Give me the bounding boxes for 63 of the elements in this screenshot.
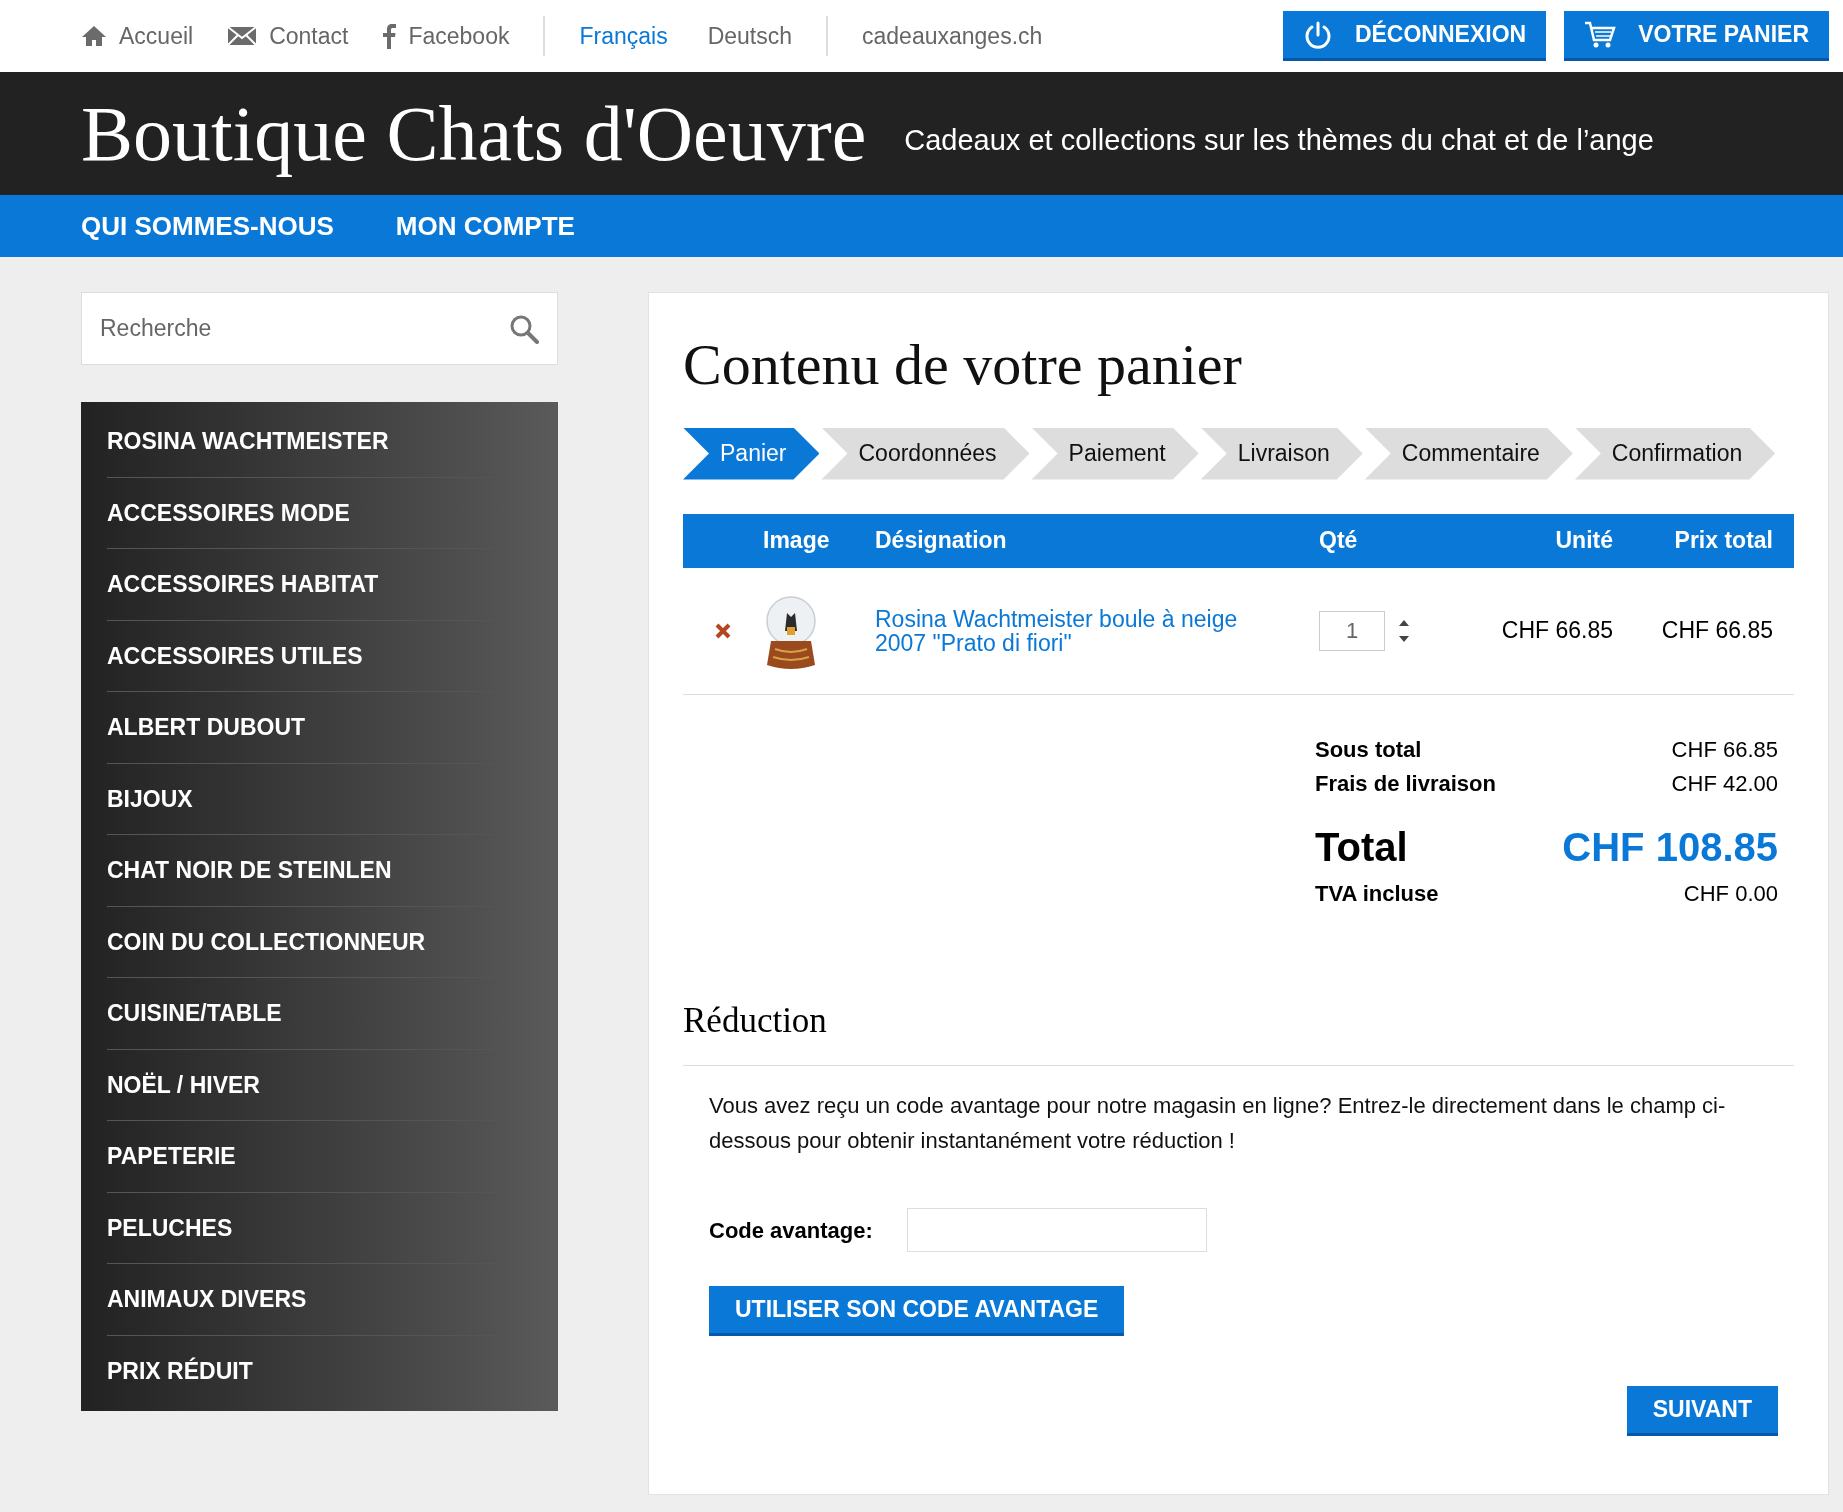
- total-label: Total: [1315, 823, 1408, 871]
- apply-code-button[interactable]: UTILISER SON CODE AVANTAGE: [709, 1286, 1125, 1336]
- language-link[interactable]: Deutsch: [707, 18, 792, 54]
- category-link[interactable]: NOËL / HIVER: [107, 1067, 260, 1102]
- section-title: Réduction: [683, 994, 1794, 1066]
- site-link[interactable]: cadeauxanges.ch: [862, 18, 1043, 54]
- checkout-step[interactable]: Coordonnées: [821, 427, 1030, 480]
- category-link[interactable]: ANIMAUX DIVERS: [107, 1282, 307, 1317]
- category-link[interactable]: PRIX RÉDUIT: [107, 1354, 253, 1389]
- category-link[interactable]: PELUCHES: [107, 1210, 233, 1245]
- category-link[interactable]: ACCESSOIRES UTILES: [107, 638, 363, 673]
- envelope-icon: [227, 26, 258, 46]
- summary-value: CHF 42.00: [1671, 769, 1778, 798]
- top-link[interactable]: Facebook: [382, 18, 510, 54]
- column-header: Image: [763, 526, 831, 556]
- code-field[interactable]: [906, 1208, 1207, 1252]
- column-header: Prix total: [1673, 526, 1774, 556]
- field-label: Code avantage:: [709, 1216, 873, 1245]
- reduction-text: Vous avez reçu un code avantage pour notre magasin en ligne? Entrez-le directement dans le champ ci-dessous pour obtenir instantanément votre réduction !: [709, 1092, 1727, 1155]
- category-link[interactable]: CHAT NOIR DE STEINLEN: [107, 853, 392, 888]
- house-icon: [81, 25, 107, 47]
- cart-icon: [1584, 20, 1617, 49]
- checkout-step[interactable]: Panier: [683, 427, 820, 480]
- summary-label: Frais de livraison: [1315, 769, 1496, 798]
- product-link[interactable]: Rosina Wachtmeister boule à neige 2007 "Prato di fiori": [875, 606, 1275, 655]
- language-link[interactable]: Français: [579, 18, 668, 54]
- column-header: Désignation: [875, 526, 1008, 556]
- page-title: Contenu de votre panier: [683, 331, 1243, 399]
- header-button[interactable]: VOTRE PANIER: [1564, 11, 1829, 61]
- column-header: Qté: [1319, 526, 1359, 556]
- checkout-step[interactable]: Paiement: [1031, 427, 1199, 480]
- category-link[interactable]: ROSINA WACHTMEISTER: [107, 424, 389, 459]
- top-link[interactable]: Contact: [227, 18, 349, 54]
- checkout-step[interactable]: Commentaire: [1364, 427, 1573, 480]
- category-link[interactable]: ACCESSOIRES HABITAT: [107, 567, 379, 602]
- quantity-field[interactable]: 1: [1319, 610, 1385, 651]
- search-input[interactable]: Recherche: [100, 311, 509, 346]
- category-link[interactable]: CUISINE/TABLE: [107, 996, 282, 1031]
- header-button[interactable]: DÉCONNEXION: [1282, 11, 1547, 61]
- next-button[interactable]: SUIVANT: [1626, 1386, 1778, 1436]
- checkout-step[interactable]: Confirmation: [1574, 427, 1776, 480]
- vat-label: TVA incluse: [1315, 879, 1439, 908]
- category-link[interactable]: COIN DU COLLECTIONNEUR: [107, 924, 426, 959]
- remove-icon[interactable]: [715, 622, 731, 639]
- unit-price: CHF 66.85: [1500, 616, 1613, 646]
- summary-value: CHF 66.85: [1671, 735, 1778, 764]
- category-link[interactable]: BIJOUX: [107, 781, 193, 816]
- category-link[interactable]: ALBERT DUBOUT: [107, 710, 306, 745]
- site-tagline: Cadeaux et collections sur les thèmes du chat et de l’ange: [904, 122, 1654, 158]
- top-link[interactable]: Accueil: [81, 18, 194, 54]
- nav-link[interactable]: QUI SOMMES-NOUS: [81, 206, 334, 246]
- category-link[interactable]: PAPETERIE: [107, 1139, 236, 1174]
- summary-label: Sous total: [1315, 735, 1422, 764]
- search-field[interactable]: Recherche: [81, 292, 558, 365]
- search-icon[interactable]: [509, 313, 539, 344]
- vat-value: CHF 0.00: [1683, 879, 1778, 908]
- letter-f-icon: [382, 23, 397, 49]
- total-value: CHF 108.85: [1562, 823, 1778, 871]
- checkout-step[interactable]: Livraison: [1200, 427, 1363, 480]
- column-header: Unité: [1554, 526, 1613, 556]
- total-price: CHF 66.85: [1660, 616, 1774, 646]
- nav-link[interactable]: MON COMPTE: [395, 206, 575, 246]
- category-link[interactable]: ACCESSOIRES MODE: [107, 495, 350, 530]
